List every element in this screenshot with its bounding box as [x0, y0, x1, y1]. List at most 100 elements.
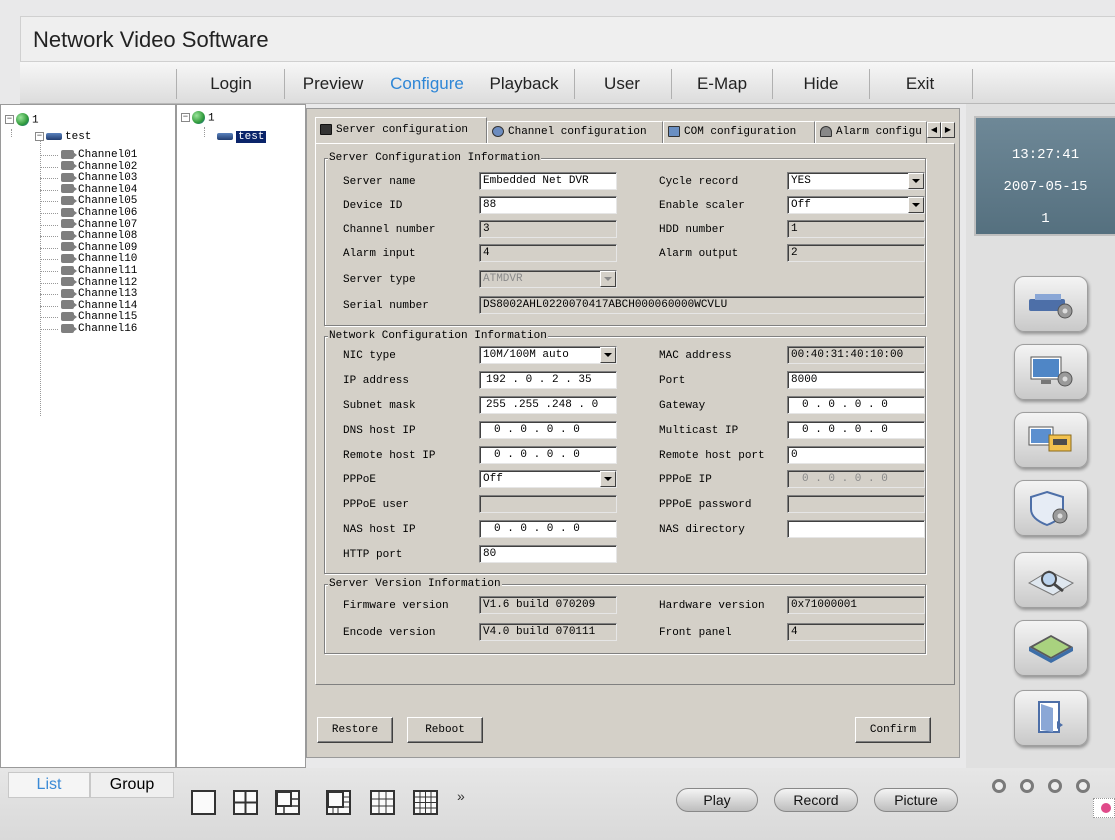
channel-config-button[interactable] [1014, 412, 1088, 468]
collapse-icon[interactable]: − [181, 113, 190, 122]
search-button[interactable] [1014, 552, 1088, 608]
control-dot-2-icon[interactable] [1020, 779, 1034, 793]
tab-group[interactable]: Group [90, 772, 174, 798]
layout-3x3-icon[interactable] [370, 790, 395, 815]
tree-line [11, 129, 12, 137]
control-dot-1-icon[interactable] [992, 779, 1006, 793]
log-button[interactable] [1014, 620, 1088, 676]
tab-com-configuration[interactable]: COM configuration [663, 121, 815, 143]
monitor-settings-button[interactable] [1014, 344, 1088, 400]
tree-branch-line [40, 282, 58, 284]
port-field[interactable]: 8000 [787, 371, 925, 389]
layout-1plus5-icon[interactable] [275, 790, 300, 815]
chevron-down-icon[interactable] [908, 173, 924, 189]
chevron-down-icon[interactable] [600, 347, 616, 363]
tray-icon[interactable] [1093, 798, 1115, 818]
device-id-field[interactable]: 88 [479, 196, 617, 214]
camera-icon [61, 265, 77, 275]
search-icon [1027, 570, 1075, 596]
control-dot-4-icon[interactable] [1076, 779, 1090, 793]
enable-scaler-select[interactable]: Off [787, 196, 925, 214]
tab-scroll-right-icon[interactable]: ▶ [941, 122, 955, 138]
layout-4x4-icon[interactable] [413, 790, 438, 815]
tree-node-channel[interactable]: Channel16 [40, 323, 137, 336]
layout-1x1-icon[interactable] [191, 790, 216, 815]
tab-label: COM configuration [684, 126, 797, 138]
server-name-field[interactable]: Embedded Net DVR [479, 172, 617, 190]
tree-branch-line [40, 317, 58, 319]
tree-branch-line [40, 189, 58, 191]
chevron-down-icon[interactable] [600, 471, 616, 487]
menu-preview[interactable]: Preview [286, 62, 380, 104]
monitor-icon [320, 123, 332, 135]
front-panel-field: 4 [787, 623, 925, 641]
record-button[interactable]: Record [774, 788, 858, 812]
tab-list[interactable]: List [8, 772, 90, 798]
chevron-down-icon[interactable] [908, 197, 924, 213]
collapse-icon[interactable]: − [35, 131, 44, 141]
tab-alarm-configuration[interactable]: Alarm configu [815, 121, 927, 143]
menu-configure[interactable]: Configure [380, 62, 474, 104]
pppoe-select[interactable]: Off [479, 470, 617, 488]
monitor-settings-icon [1030, 356, 1073, 387]
channel-label: Channel15 [78, 311, 138, 324]
nas-directory-field[interactable] [787, 520, 925, 538]
nic-type-value: 10M/100M auto [483, 349, 569, 361]
http-port-field[interactable]: 80 [479, 545, 617, 563]
camera-icon [61, 253, 77, 263]
tree-node-root[interactable]: −1 [181, 111, 215, 125]
remote-host-ip-field[interactable]: 0 . 0 . 0 . 0 [479, 446, 617, 464]
server-tree: −1 test [176, 104, 306, 768]
picture-button[interactable]: Picture [874, 788, 958, 812]
gateway-field[interactable]: 0 . 0 . 0 . 0 [787, 396, 925, 414]
menu-separator [284, 69, 285, 99]
tree-branch-line [40, 271, 58, 272]
subnet-mask-field[interactable]: 255 .255 .248 . 0 [479, 396, 617, 414]
subnet-mask-label: Subnet mask [343, 400, 416, 412]
nas-host-ip-field[interactable]: 0 . 0 . 0 . 0 [479, 520, 617, 538]
multicast-ip-field[interactable]: 0 . 0 . 0 . 0 [787, 421, 925, 439]
menu-emap[interactable]: E-Map [672, 62, 772, 104]
tree-node-root[interactable]: −1 [5, 113, 39, 127]
tree-branch-line [40, 224, 58, 226]
tree-node-server-selected[interactable]: test [217, 131, 267, 144]
dns-host-ip-field[interactable]: 0 . 0 . 0 . 0 [479, 421, 617, 439]
tree-node-server[interactable]: − test [35, 131, 91, 144]
layout-2x2-icon[interactable] [233, 790, 258, 815]
confirm-button[interactable]: Confirm [855, 717, 931, 743]
channel-number-field: 3 [479, 220, 617, 238]
collapse-icon[interactable]: − [5, 115, 14, 124]
channel-label: Channel07 [78, 218, 138, 231]
security-settings-button[interactable] [1014, 480, 1088, 536]
grid-lines [277, 792, 298, 813]
exit-button[interactable] [1014, 690, 1088, 746]
menu-exit[interactable]: Exit [870, 62, 970, 104]
reboot-button[interactable]: Reboot [407, 717, 483, 743]
tab-channel-configuration[interactable]: Channel configuration [487, 121, 663, 143]
chevron-down-icon [600, 271, 616, 287]
control-dot-3-icon[interactable] [1048, 779, 1062, 793]
tab-scroll-left-icon[interactable]: ◀ [927, 122, 941, 138]
more-layouts-button[interactable]: » [457, 788, 465, 804]
ip-address-field[interactable]: 192 . 0 . 2 . 35 [479, 371, 617, 389]
tree-branch-line [40, 305, 58, 307]
camera-icon [61, 195, 77, 205]
dvr-settings-button[interactable] [1014, 276, 1088, 332]
tab-server-configuration[interactable]: Server configuration [315, 117, 487, 143]
nic-type-select[interactable]: 10M/100M auto [479, 346, 617, 364]
menu-playback[interactable]: Playback [474, 62, 574, 104]
layout-1plus7-icon[interactable] [326, 790, 351, 815]
camera-icon [61, 300, 77, 310]
remote-host-port-field[interactable]: 0 [787, 446, 925, 464]
menu-login[interactable]: Login [180, 62, 282, 104]
play-button[interactable]: Play [676, 788, 758, 812]
cycle-record-select[interactable]: YES [787, 172, 925, 190]
tree-line [40, 138, 41, 416]
menu-user[interactable]: User [575, 62, 669, 104]
restore-button[interactable]: Restore [317, 717, 393, 743]
camera-icon [61, 277, 77, 287]
channel-label: Channel13 [78, 288, 138, 301]
nas-directory-label: NAS directory [659, 524, 745, 536]
menu-hide[interactable]: Hide [773, 62, 869, 104]
channel-label: Channel04 [78, 183, 138, 196]
